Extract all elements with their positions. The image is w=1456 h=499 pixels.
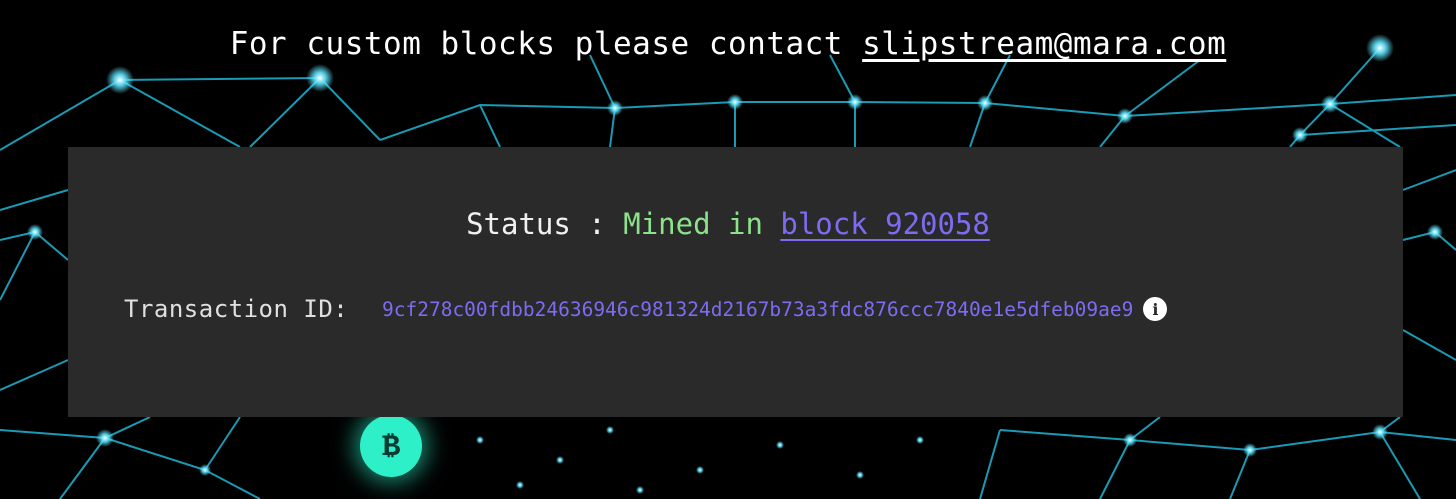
contact-banner: For custom blocks please contact slipstr… — [0, 24, 1456, 64]
transaction-id-label: Transaction ID: — [124, 295, 349, 323]
block-link[interactable]: block 920058 — [780, 207, 990, 241]
info-icon[interactable]: i — [1143, 297, 1168, 321]
status-line: Status : Mined in block 920058 — [0, 205, 1456, 243]
contact-email-link[interactable]: slipstream@mara.com — [862, 26, 1226, 62]
transaction-id-row: Transaction ID: 9cf278c00fdbb24636946c98… — [124, 292, 1168, 326]
transaction-panel — [68, 147, 1403, 417]
contact-banner-text: For custom blocks please contact — [229, 26, 863, 62]
bitcoin-coin-icon: ₿ — [360, 415, 422, 477]
status-value: Mined in — [623, 207, 781, 241]
bitcoin-symbol: ₿ — [381, 427, 400, 463]
slipstream-page: ₿ For custom blocks please contact slips… — [0, 0, 1456, 499]
transaction-id-value[interactable]: 9cf278c00fdbb24636946c981324d2167b73a3fd… — [382, 298, 1133, 321]
status-label: Status : — [466, 207, 624, 241]
